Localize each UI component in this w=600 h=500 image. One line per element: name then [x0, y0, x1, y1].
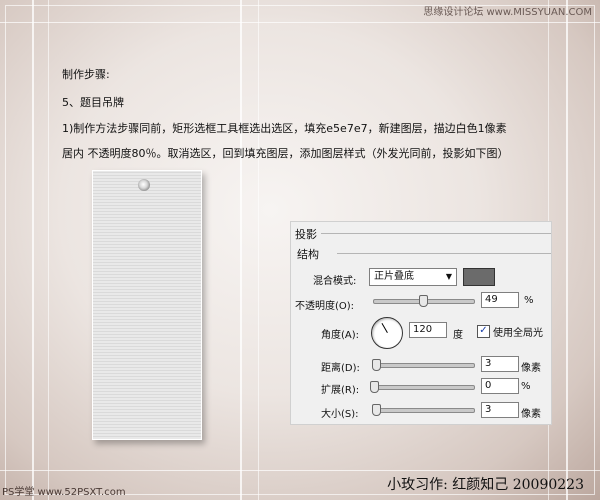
opacity-slider[interactable] — [373, 295, 475, 307]
panel-title: 投影 — [295, 228, 317, 241]
spread-input[interactable]: 0 — [481, 378, 519, 394]
spread-slider-handle[interactable] — [370, 381, 379, 393]
decor-line — [0, 22, 600, 23]
size-slider-handle[interactable] — [372, 404, 381, 416]
blend-mode-value: 正片叠底 — [374, 271, 414, 282]
author-signature: 小玫习作: 红颜知己 20090223 — [387, 477, 584, 493]
angle-unit: 度 — [453, 330, 463, 341]
hang-tag-image — [92, 170, 202, 440]
tutorial-step: 5、题目吊牌 — [62, 96, 124, 109]
tutorial-heading: 制作步骤: — [62, 68, 110, 81]
distance-slider[interactable] — [372, 359, 475, 371]
section-label: 结构 — [297, 248, 319, 261]
divider — [337, 253, 551, 254]
size-unit: 像素 — [521, 409, 541, 420]
angle-dial[interactable] — [371, 317, 403, 349]
angle-label: 角度(A): — [321, 330, 360, 341]
global-light-checkbox[interactable]: ✓ — [477, 325, 490, 338]
watermark-bottom-left: PS学堂 www.52PSXT.com — [2, 487, 126, 498]
opacity-slider-handle[interactable] — [419, 295, 428, 307]
blend-mode-select[interactable]: 正片叠底 ▼ — [369, 268, 457, 286]
decor-line — [240, 0, 242, 500]
decor-line — [48, 0, 49, 500]
spread-unit: % — [521, 381, 531, 392]
distance-unit: 像素 — [521, 363, 541, 374]
spread-slider[interactable] — [370, 381, 475, 393]
decor-line — [0, 470, 600, 471]
size-slider[interactable] — [372, 404, 475, 416]
opacity-input[interactable]: 49 — [481, 292, 519, 308]
decor-line — [258, 0, 259, 500]
distance-slider-handle[interactable] — [372, 359, 381, 371]
global-light-label: 使用全局光 — [493, 328, 543, 339]
distance-input[interactable]: 3 — [481, 356, 519, 372]
decor-line — [566, 0, 568, 500]
spread-label: 扩展(R): — [321, 385, 360, 396]
opacity-unit: % — [524, 295, 534, 306]
tutorial-line-1: 1)制作方法步骤同前，矩形选框工具框选出选区，填充e5e7e7，新建图层，描边白… — [62, 122, 507, 135]
distance-label: 距离(D): — [321, 363, 360, 374]
chevron-down-icon: ▼ — [445, 272, 452, 281]
blend-mode-label: 混合模式: — [313, 276, 357, 287]
opacity-label: 不透明度(O): — [295, 301, 355, 312]
watermark-top: 思缘设计论坛 www.MISSYUAN.COM — [423, 7, 592, 18]
divider — [321, 233, 551, 234]
shadow-color-swatch[interactable] — [463, 268, 495, 286]
size-label: 大小(S): — [321, 409, 359, 420]
tutorial-line-2: 居内 不透明度80％。取消选区，回到填充图层，添加图层样式（外发光同前，投影如下… — [62, 147, 509, 160]
size-input[interactable]: 3 — [481, 402, 519, 418]
angle-dial-hand — [381, 322, 388, 333]
decor-line — [32, 0, 34, 500]
drop-shadow-panel: 投影 结构 混合模式: 正片叠底 ▼ 不透明度(O): 49 % 角度(A): … — [290, 221, 552, 425]
angle-input[interactable]: 120 — [409, 322, 447, 338]
tag-hole-icon — [138, 179, 150, 191]
